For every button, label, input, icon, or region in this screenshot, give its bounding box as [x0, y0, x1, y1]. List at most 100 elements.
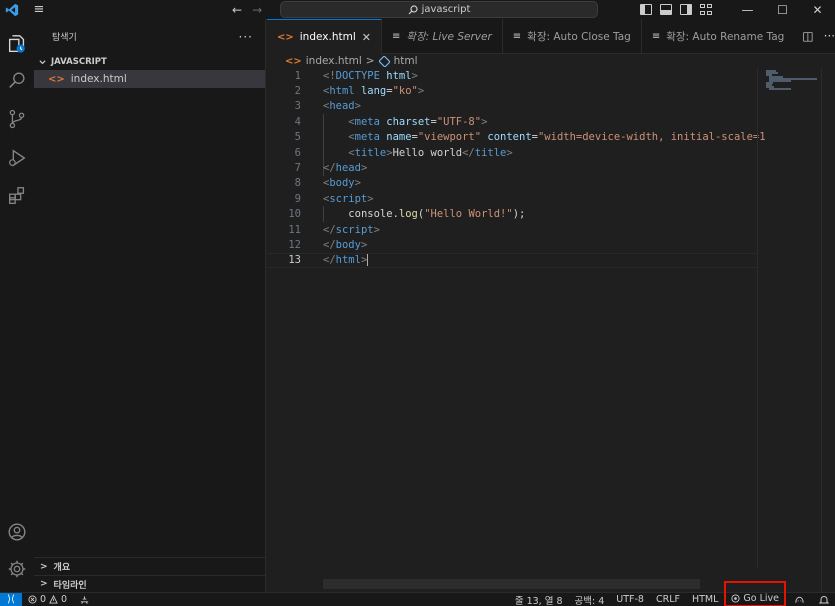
status-bar: ⟩⟨ 0 0 줄 13, 열 8 공백: 4 UTF-8 CRLF HTML G… — [0, 580, 835, 606]
line-number: 10 — [288, 208, 301, 221]
vscode-logo-icon — [0, 0, 24, 19]
tab-index-html[interactable]: <> index.html ✕ — [267, 19, 382, 54]
cursor-position[interactable]: 줄 13, 열 8 — [509, 593, 569, 606]
explorer-sidebar: 탐색기 ··· JAVASCRIPT <> index.html > 개요 > … — [34, 19, 266, 592]
file-item-index-html[interactable]: <> index.html — [34, 70, 265, 88]
remote-indicator-button[interactable]: ⟩⟨ — [0, 592, 22, 606]
code-line: 6 <title>Hello world</title> — [267, 145, 757, 160]
chevron-right-icon: > — [40, 561, 48, 572]
preview-icon: ≡ — [391, 31, 401, 42]
code-line: 4 <meta charset="UTF-8"> — [267, 114, 757, 129]
line-number: 6 — [294, 146, 301, 159]
end-of-line[interactable]: CRLF — [650, 594, 686, 605]
title-bar: ≡ ← → javascript — ☐ ✕ — [0, 0, 835, 19]
line-number: 11 — [288, 223, 301, 236]
tab-extension-auto-rename-tag[interactable]: ≡ 확장: Auto Rename Tag — [642, 19, 794, 54]
explorer-icon[interactable] — [0, 27, 34, 61]
settings-gear-icon[interactable] — [0, 552, 34, 586]
encoding[interactable]: UTF-8 — [610, 594, 650, 605]
warning-icon — [49, 595, 58, 604]
language-mode[interactable]: HTML — [686, 594, 724, 605]
tab-extension-auto-close-tag[interactable]: ≡ 확장: Auto Close Tag — [503, 19, 642, 54]
error-count: 0 — [40, 594, 47, 605]
chevron-right-icon: > — [40, 579, 48, 589]
workspace-folder-name: JAVASCRIPT — [51, 57, 107, 67]
extensions-icon[interactable] — [0, 179, 34, 213]
workspace-folder-header[interactable]: JAVASCRIPT — [34, 54, 265, 70]
line-number: 2 — [294, 85, 301, 98]
line-number: 9 — [294, 192, 301, 205]
minimap[interactable] — [757, 68, 821, 568]
file-name: index.html — [70, 73, 127, 85]
symbol-element-icon — [378, 55, 390, 67]
editor-more-actions-icon[interactable]: ··· — [824, 29, 835, 43]
code-line: 1 <!DOCTYPE html> — [267, 68, 757, 83]
breadcrumb: <> index.html > html — [267, 54, 835, 68]
tab-label: index.html — [299, 31, 356, 43]
breadcrumb-separator: > — [365, 55, 375, 67]
close-tab-icon[interactable]: ✕ — [362, 31, 371, 44]
outline-section[interactable]: > 개요 — [34, 558, 266, 575]
warning-count: 0 — [61, 594, 68, 605]
timeline-label: 타임라인 — [53, 580, 87, 591]
back-arrow-icon[interactable]: ← — [232, 3, 242, 17]
breadcrumb-file[interactable]: index.html — [306, 55, 362, 67]
line-number: 1 — [294, 69, 301, 82]
maximize-button[interactable]: ☐ — [765, 0, 800, 19]
notifications-bell-icon[interactable] — [813, 595, 835, 605]
toggle-primary-sidebar-icon[interactable] — [640, 4, 652, 15]
html-file-icon: <> — [277, 31, 294, 43]
code-line: 11 </script> — [267, 222, 757, 237]
html-file-icon: <> — [48, 73, 65, 85]
outline-label: 개요 — [53, 563, 71, 573]
line-number: 3 — [294, 100, 301, 113]
search-text: javascript — [421, 4, 471, 15]
editor-tabs: <> index.html ✕ ≡ 확장: Live Server ≡ 확장: … — [267, 19, 835, 54]
go-live-button[interactable]: Go Live — [729, 593, 781, 605]
timeline-section[interactable]: > 타임라인 — [34, 575, 266, 592]
preview-icon: ≡ — [512, 31, 522, 42]
source-control-icon[interactable] — [0, 102, 34, 136]
copilot-icon[interactable] — [786, 595, 813, 605]
tab-label: 확장: Auto Close Tag — [527, 31, 631, 43]
error-icon — [28, 595, 37, 604]
horizontal-scrollbar[interactable] — [323, 579, 700, 589]
html-file-icon: <> — [285, 55, 302, 67]
preview-icon: ≡ — [651, 31, 661, 42]
line-number: 8 — [294, 177, 301, 190]
menu-icon[interactable]: ≡ — [24, 0, 54, 19]
vertical-scrollbar[interactable] — [821, 68, 835, 592]
problems-indicator[interactable]: 0 0 — [22, 594, 73, 605]
close-window-button[interactable]: ✕ — [800, 0, 835, 19]
accounts-icon[interactable] — [0, 515, 34, 549]
run-debug-icon[interactable] — [0, 141, 34, 175]
code-line: 10 console.log("Hello World!"); — [267, 207, 757, 222]
code-line-current: 13 </html> — [267, 252, 757, 269]
tab-extension-live-server[interactable]: ≡ 확장: Live Server — [382, 19, 503, 54]
split-editor-icon[interactable]: ◫ — [802, 29, 813, 43]
code-line: 12 </body> — [267, 237, 757, 252]
toggle-panel-icon[interactable] — [660, 4, 672, 15]
code-line: 7 </head> — [267, 160, 757, 175]
broadcast-icon — [731, 594, 740, 603]
breadcrumb-symbol[interactable]: html — [394, 55, 418, 67]
go-live-label: Go Live — [743, 592, 779, 604]
command-center-search[interactable]: javascript — [280, 1, 598, 18]
indentation[interactable]: 공백: 4 — [569, 593, 611, 606]
sidebar-more-actions-button[interactable]: ··· — [239, 30, 253, 44]
ports-icon[interactable] — [73, 595, 96, 605]
code-line: 5 <meta name="viewport" content="width=d… — [267, 130, 766, 145]
customize-layout-icon[interactable] — [700, 4, 712, 15]
forward-arrow-icon[interactable]: → — [252, 3, 262, 17]
text-cursor — [367, 254, 369, 267]
toggle-secondary-sidebar-icon[interactable] — [680, 4, 692, 15]
minimize-button[interactable]: — — [730, 0, 765, 19]
line-number: 4 — [294, 115, 301, 128]
code-editor[interactable]: 1 <!DOCTYPE html> 2 <html lang="ko"> 3 <… — [267, 68, 835, 592]
search-sidebar-icon[interactable] — [0, 64, 34, 98]
activity-bar — [0, 19, 34, 592]
tab-label: 확장: Auto Rename Tag — [666, 31, 785, 43]
chevron-down-icon — [39, 59, 46, 64]
code-line: 2 <html lang="ko"> — [267, 83, 757, 98]
line-number: 13 — [288, 254, 301, 267]
